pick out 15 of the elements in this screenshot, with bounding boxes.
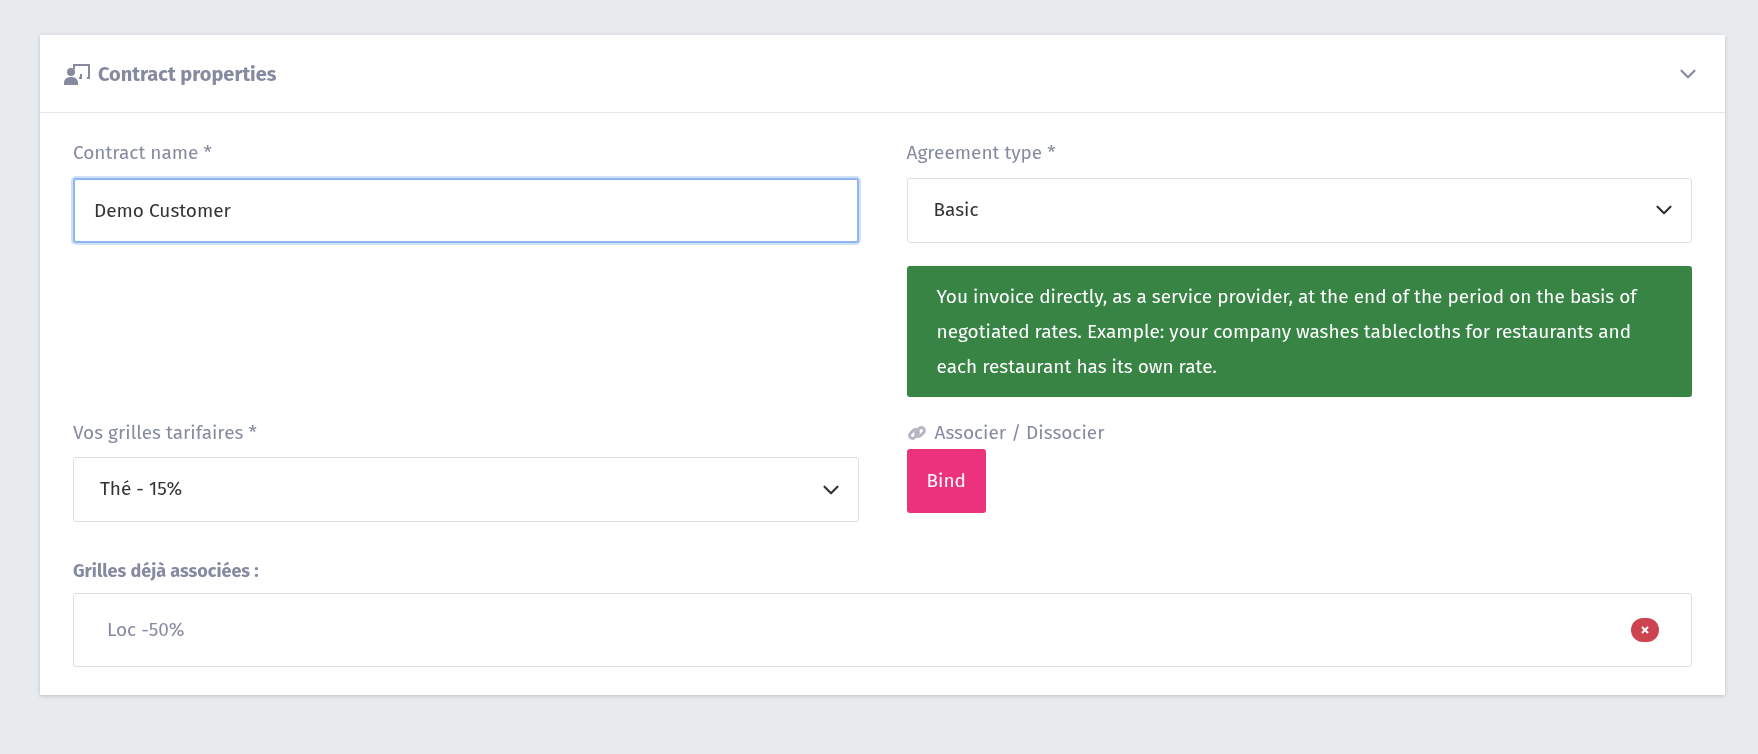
field-label: Contract name * — [73, 140, 213, 166]
select-field[interactable]: Thé - 15% — [73, 457, 859, 522]
panel-title: Contract properties — [98, 60, 277, 88]
field-label: Associer / Dissocier — [934, 419, 1105, 446]
info-message: You invoice directly, as a service provider, at the end of the period on the basis of negotiated rates. Example: your company washes tablecloths for restaurants and each restaurant has its own rate. — [906, 265, 1692, 397]
remove-button[interactable] — [1631, 618, 1659, 642]
close-icon — [1641, 626, 1649, 634]
user-screen-icon — [64, 61, 92, 86]
associated-item: Loc -50% — [107, 616, 185, 643]
input-field[interactable]: Demo Customer — [73, 177, 859, 243]
select-field[interactable]: Basic — [906, 177, 1692, 243]
bind-button[interactable]: Bind — [906, 449, 986, 513]
section-label: Grilles déjà associées : — [73, 559, 260, 584]
field-label: Agreement type * — [906, 140, 1057, 166]
field-label: Vos grilles tarifaires * — [73, 419, 258, 446]
